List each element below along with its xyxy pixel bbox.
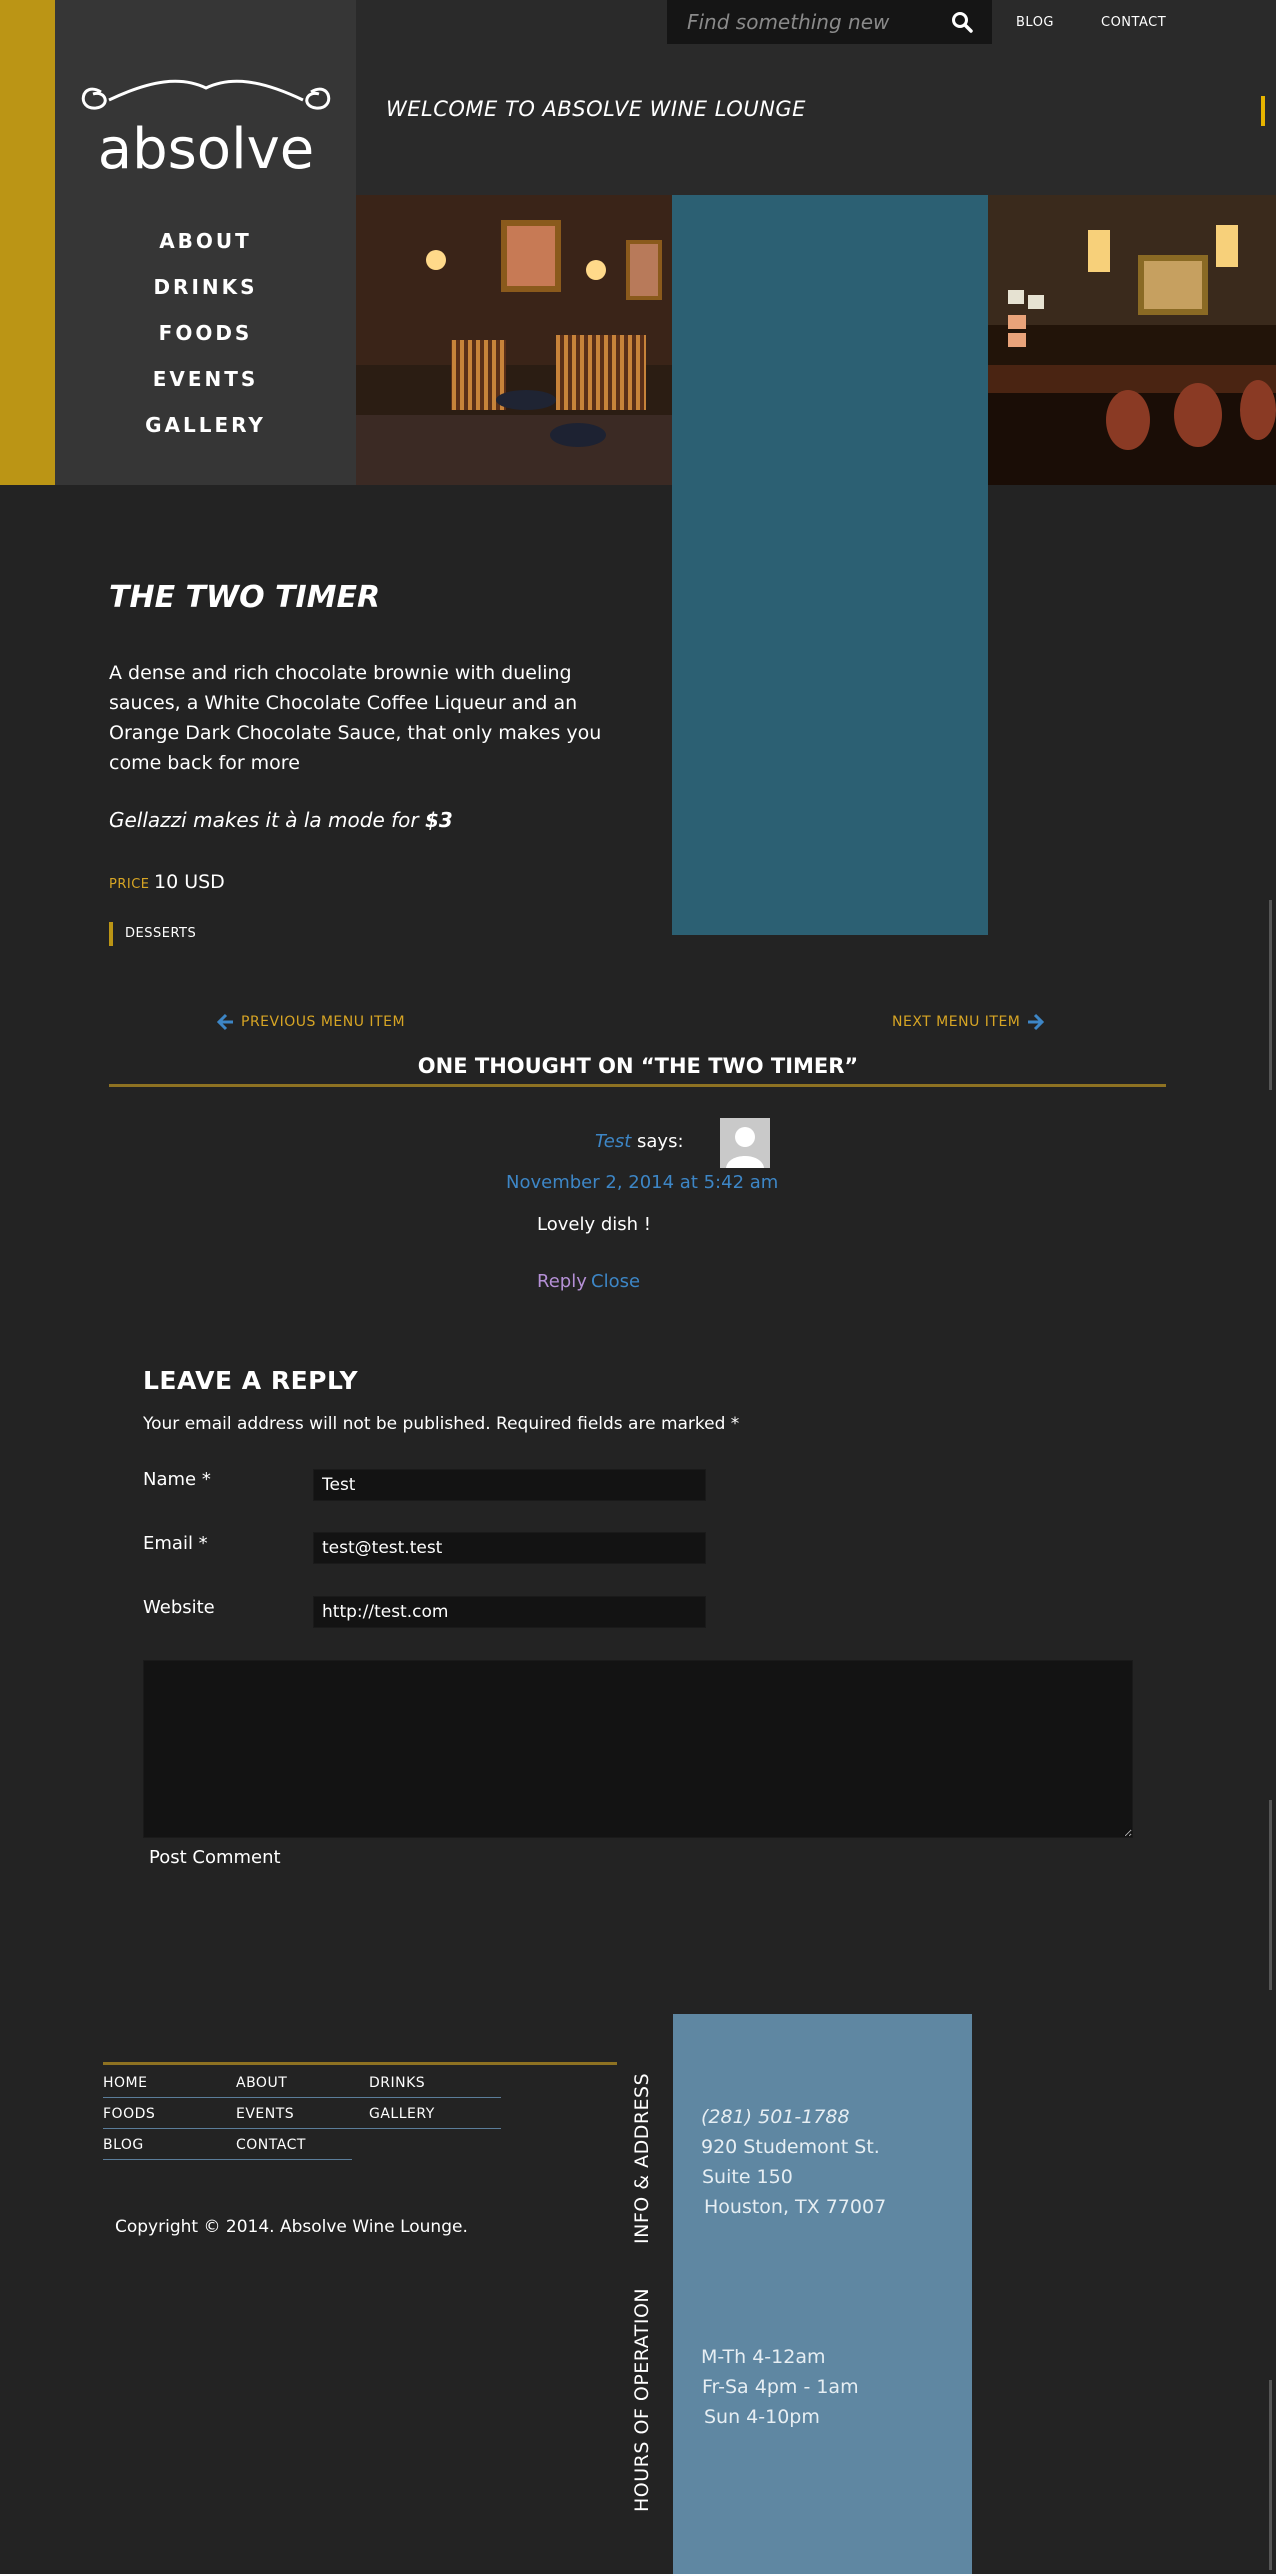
footer-link-drinks[interactable]: DRINKS: [369, 2075, 425, 2091]
address-line-2: Suite 150: [702, 2166, 793, 2188]
item-description: A dense and rich chocolate brownie with …: [109, 662, 602, 774]
footer-divider: [103, 2062, 617, 2065]
info-panel: [673, 2014, 972, 2574]
nav-item-foods[interactable]: FOODS: [55, 321, 356, 345]
item-title: THE TWO TIMER: [109, 580, 381, 615]
footer-link-about[interactable]: ABOUT: [236, 2075, 287, 2091]
avatar: [720, 1118, 770, 1168]
arrow-left-icon: [217, 1013, 233, 1031]
copyright: Copyright © 2014. Absolve Wine Lounge.: [115, 2217, 468, 2237]
address-line-3: Houston, TX 77007: [704, 2196, 887, 2218]
top-link-contact[interactable]: CONTACT: [1101, 15, 1166, 30]
bar-photo: [988, 195, 1276, 485]
website-label: Website: [143, 1597, 215, 1618]
post-comment-button[interactable]: Post Comment: [143, 1847, 287, 1868]
nav-item-events[interactable]: EVENTS: [55, 367, 356, 391]
previous-item-label: PREVIOUS MENU ITEM: [241, 1014, 406, 1030]
price-value: 10 USD: [154, 871, 225, 893]
footer-link-contact[interactable]: CONTACT: [236, 2137, 306, 2153]
next-item-label: NEXT MENU ITEM: [892, 1014, 1021, 1030]
svg-text:absolve: absolve: [97, 117, 313, 180]
previous-item-link[interactable]: PREVIOUS MENU ITEM: [217, 1013, 405, 1031]
search-icon[interactable]: [950, 10, 974, 34]
footer-row-divider: [103, 2128, 501, 2129]
item-note-price: $3: [424, 808, 453, 832]
comment-text: Lovely dish !: [537, 1214, 651, 1235]
nav-item-gallery[interactable]: GALLERY: [55, 413, 356, 437]
footer-row-divider: [103, 2097, 501, 2098]
hours-line-2: Fr-Sa 4pm - 1am: [702, 2376, 859, 2398]
address-line-1: 920 Studemont St.: [701, 2136, 880, 2158]
reply-link[interactable]: Reply: [537, 1271, 587, 1292]
phone-number[interactable]: (281) 501-1788: [701, 2106, 850, 2128]
comment-author: Test says:: [595, 1131, 684, 1152]
comment-date-link[interactable]: November 2, 2014 at 5:42 am: [506, 1172, 778, 1193]
comment-author-name[interactable]: Test: [595, 1131, 631, 1152]
price-label: PRICE: [109, 877, 150, 892]
search-input[interactable]: [687, 8, 937, 36]
reply-title: LEAVE A REPLY: [143, 1366, 359, 1395]
footer-row-divider: [103, 2159, 352, 2160]
footer-link-gallery[interactable]: GALLERY: [369, 2106, 435, 2122]
user-silhouette-icon: [720, 1118, 770, 1168]
item-note-text: Gellazzi makes it à la mode for: [109, 808, 425, 832]
scrollbar-thumb[interactable]: [1269, 900, 1272, 1090]
scrollbar-thumb[interactable]: [1269, 2380, 1272, 2570]
site-logo[interactable]: absolve: [55, 70, 356, 190]
footer-link-events[interactable]: EVENTS: [236, 2106, 294, 2122]
search-box: [667, 0, 992, 44]
scrollbar-thumb[interactable]: [1269, 1800, 1272, 1990]
comments-title: ONE THOUGHT ON “THE TWO TIMER”: [417, 1054, 859, 1078]
feature-panel: [672, 195, 988, 935]
arrow-right-icon: [1028, 1013, 1045, 1031]
hours-label: HOURS OF OPERATION: [631, 2287, 653, 2512]
email-label: Email *: [143, 1533, 208, 1554]
welcome-text: WELCOME TO ABSOLVE WINE LOUNGE: [386, 97, 806, 121]
reply-note: Your email address will not be published…: [143, 1414, 740, 1434]
nav-item-drinks[interactable]: DRINKS: [55, 275, 356, 299]
close-link[interactable]: Close: [591, 1271, 640, 1292]
info-address-label: INFO & ADDRESS: [631, 2072, 653, 2244]
comment-textarea[interactable]: [143, 1660, 1133, 1838]
accent-bar: [0, 0, 55, 485]
email-field[interactable]: [313, 1532, 706, 1564]
footer-link-home[interactable]: HOME: [103, 2075, 147, 2091]
lounge-photo: [356, 195, 672, 485]
footer-link-blog[interactable]: BLOG: [103, 2137, 144, 2153]
footer-link-foods[interactable]: FOODS: [103, 2106, 155, 2122]
item-note: Gellazzi makes it à la mode for $3: [109, 808, 453, 832]
name-label: Name *: [143, 1469, 211, 1490]
name-field[interactable]: [313, 1469, 706, 1501]
top-link-blog[interactable]: BLOG: [1016, 15, 1054, 30]
logo-swirl-icon: absolve: [81, 79, 330, 180]
hours-line-1: M-Th 4-12am: [701, 2346, 826, 2368]
scroll-marker: [1261, 96, 1265, 126]
comment-says: says:: [637, 1131, 684, 1152]
hours-line-3: Sun 4-10pm: [704, 2406, 820, 2428]
category-tag[interactable]: DESSERTS: [109, 922, 196, 946]
nav-item-about[interactable]: ABOUT: [55, 229, 356, 253]
next-item-link[interactable]: NEXT MENU ITEM: [892, 1013, 1045, 1031]
website-field[interactable]: [313, 1596, 706, 1628]
comments-divider: [109, 1084, 1166, 1087]
